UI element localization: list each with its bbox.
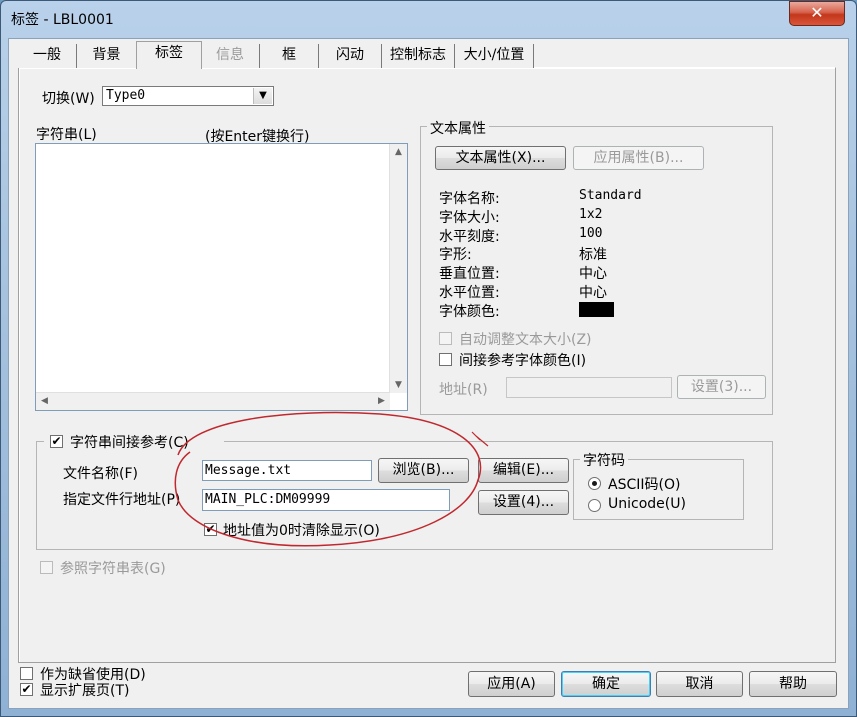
text-attribute-button[interactable]: 文本属性(X)... (435, 146, 566, 170)
default-use-checkbox[interactable] (20, 667, 33, 680)
tab-label: 闪动 (336, 47, 364, 63)
file-name-label: 文件名称(F) (63, 466, 138, 482)
ref-table-checkbox[interactable] (40, 561, 53, 574)
auto-adjust-label: 自动调整文本大小(Z) (459, 332, 592, 348)
window-title: 标签 - LBL0001 (11, 12, 114, 28)
vertical-scrollbar[interactable]: ▲ ▼ (389, 144, 407, 393)
address-settings-button[interactable]: 设置(3)... (677, 375, 766, 399)
charcode-title: 字符码 (580, 450, 628, 470)
tab-blink[interactable]: 闪动 (319, 44, 382, 68)
tab-message[interactable]: 信息 (201, 44, 260, 68)
indirect-string-label: 字符串间接参考(C) (70, 435, 189, 451)
line-address-label: 指定文件行地址(P) (63, 492, 181, 508)
edit-button[interactable]: 编辑(E)... (478, 458, 569, 483)
indirect-color-label: 间接参考字体颜色(I) (459, 353, 587, 369)
prop-value: 中心 (579, 285, 607, 301)
checkmark-icon: ✔ (205, 522, 216, 536)
address-input[interactable] (506, 377, 672, 398)
indirect-string-checkbox[interactable]: ✔ (50, 435, 63, 448)
ascii-radio[interactable] (588, 477, 601, 490)
tab-label-page[interactable]: 标签 (136, 41, 202, 69)
tab-label: 一般 (33, 47, 61, 63)
switch-combo[interactable]: Type0 ▼ (102, 86, 274, 106)
horizontal-scrollbar[interactable]: ◀ ▶ (36, 392, 390, 410)
indirect-color-checkbox[interactable] (439, 353, 452, 366)
unicode-radio[interactable] (588, 499, 601, 512)
switch-value: Type0 (106, 88, 146, 103)
scroll-right-icon[interactable]: ▶ (373, 396, 390, 406)
scroll-down-icon[interactable]: ▼ (390, 380, 407, 390)
help-button[interactable]: 帮助 (749, 671, 837, 697)
tab-label: 标签 (155, 45, 183, 61)
prop-value: 1x2 (579, 207, 603, 222)
tab-size-position[interactable]: 大小/位置 (455, 44, 534, 68)
tab-label: 控制标志 (390, 47, 446, 63)
switch-label: 切换(W) (42, 91, 95, 107)
prop-name: 垂直位置: (439, 266, 500, 282)
prop-name: 字体颜色: (439, 304, 500, 320)
prop-name: 水平刻度: (439, 229, 500, 245)
tab-label: 信息 (216, 47, 244, 63)
clear-display-label: 地址值为0时清除显示(O) (223, 523, 380, 539)
title-bar[interactable]: 标签 - LBL0001 (1, 1, 856, 35)
ref-table-label: 参照字符串表(G) (60, 561, 166, 577)
prop-name: 字体名称: (439, 191, 500, 207)
checkmark-icon: ✔ (21, 682, 32, 696)
browse-button[interactable]: 浏览(B)... (378, 458, 469, 483)
tab-general[interactable]: 一般 (18, 44, 77, 68)
cancel-button[interactable]: 取消 (656, 671, 743, 697)
auto-adjust-checkbox[interactable] (439, 332, 452, 345)
tab-label: 框 (282, 47, 296, 63)
text-properties-title: 文本属性 (427, 118, 489, 138)
show-ext-checkbox[interactable]: ✔ (20, 683, 33, 696)
address-label: 地址(R) (439, 382, 488, 398)
checkmark-icon: ✔ (51, 434, 62, 448)
string-label: 字符串(L) (36, 127, 97, 143)
unicode-label: Unicode(U) (608, 496, 686, 512)
prop-name: 字体大小: (439, 210, 500, 226)
tab-label: 大小/位置 (463, 47, 525, 63)
line-address-settings-button[interactable]: 设置(4)... (478, 490, 569, 515)
tab-control-flag[interactable]: 控制标志 (382, 44, 455, 68)
string-textarea[interactable]: ▲ ▼ ◀ ▶ (35, 143, 408, 411)
apply-button[interactable]: 应用(A) (468, 671, 555, 697)
tab-frame[interactable]: 框 (260, 44, 319, 68)
scroll-left-icon[interactable]: ◀ (36, 396, 53, 406)
line-address-input[interactable]: MAIN_PLC:DM09999 (202, 489, 450, 511)
file-name-input[interactable]: Message.txt (202, 460, 372, 481)
ok-button[interactable]: 确定 (561, 671, 651, 697)
font-color-swatch (579, 302, 614, 317)
prop-value: 100 (579, 226, 603, 241)
clear-display-checkbox[interactable]: ✔ (204, 523, 217, 536)
ascii-label: ASCII码(O) (608, 477, 681, 493)
prop-name: 字形: (439, 247, 472, 263)
scroll-up-icon[interactable]: ▲ (390, 147, 407, 157)
apply-attribute-button[interactable]: 应用属性(B)... (573, 146, 704, 170)
prop-value: Standard (579, 188, 642, 203)
prop-value: 中心 (579, 266, 607, 282)
tab-label: 背景 (92, 47, 121, 63)
close-button[interactable]: ✕ (789, 1, 845, 26)
tab-background[interactable]: 背景 (77, 44, 137, 68)
show-ext-label: 显示扩展页(T) (40, 683, 130, 699)
close-icon: ✕ (810, 3, 824, 22)
chevron-down-icon: ▼ (253, 88, 272, 104)
prop-value: 标准 (579, 247, 607, 263)
prop-name: 水平位置: (439, 285, 500, 301)
